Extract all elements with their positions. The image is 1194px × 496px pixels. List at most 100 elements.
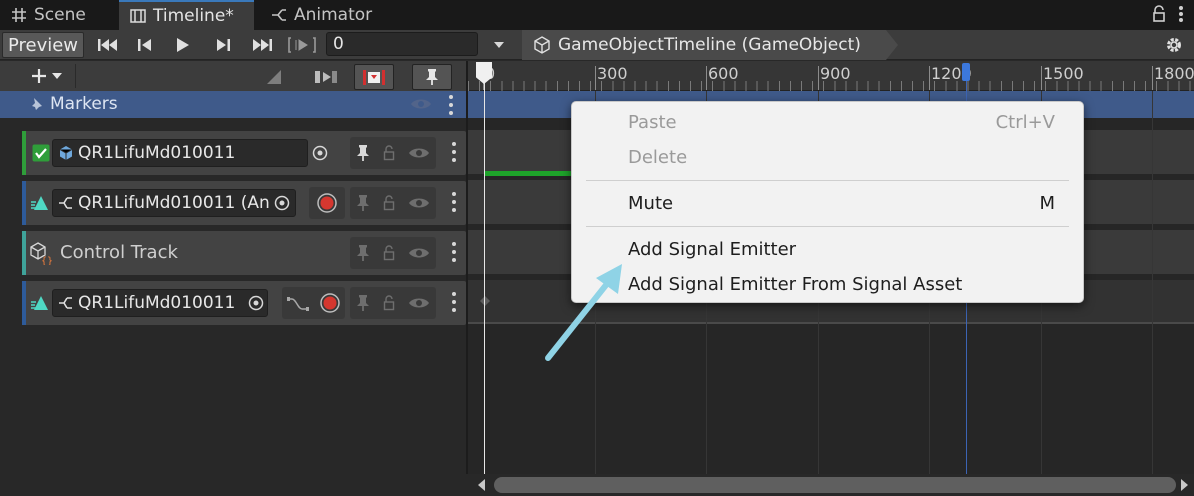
eye-icon[interactable]	[408, 296, 430, 310]
clip-edit-mode-button[interactable]	[354, 64, 394, 90]
grid-icon	[10, 6, 28, 24]
pin-icon[interactable]	[356, 194, 370, 212]
gameobject-icon	[58, 145, 74, 161]
menu-item-add-signal-emitter[interactable]: Add Signal Emitter	[628, 234, 1055, 264]
add-track-button[interactable]	[24, 64, 76, 88]
markers-toggle-button[interactable]	[412, 64, 452, 90]
eye-icon[interactable]	[408, 246, 430, 260]
record-icon[interactable]	[320, 293, 340, 313]
more-options-icon[interactable]	[452, 192, 456, 212]
track-header-activation[interactable]: QR1LifuMd010011	[22, 131, 466, 175]
playhead-line	[484, 72, 485, 474]
lock-icon[interactable]	[383, 195, 395, 211]
menu-item-shortcut: M	[1039, 192, 1055, 214]
ruler-major-tick	[595, 66, 596, 90]
object-picker-icon[interactable]	[312, 145, 328, 161]
pin-icon[interactable]	[356, 294, 370, 312]
curves-icon[interactable]	[287, 295, 310, 311]
timeline-selector-dropdown[interactable]	[484, 32, 514, 58]
chevron-down-icon	[493, 41, 505, 49]
menu-item-delete[interactable]: Delete	[628, 142, 1055, 172]
menu-item-label: Mute	[628, 192, 674, 214]
play-button[interactable]	[166, 32, 200, 58]
menu-item-add-signal-emitter-from-asset[interactable]: Add Signal Emitter From Signal Asset	[628, 269, 1055, 299]
breadcrumb[interactable]: GameObjectTimeline (GameObject)	[522, 30, 898, 60]
track-color-stripe	[22, 131, 26, 175]
next-frame-button[interactable]	[206, 32, 240, 58]
ruler-major-tick	[1041, 66, 1042, 90]
previous-frame-button[interactable]	[128, 32, 162, 58]
tab-scene[interactable]: Scene	[0, 0, 96, 30]
track-enabled-checkbox[interactable]	[32, 144, 50, 162]
menu-item-label: Add Signal Emitter From Signal Asset	[628, 273, 963, 295]
ruler-major-tick	[706, 66, 707, 90]
track-name: QR1LifuMd010011	[78, 143, 236, 163]
play-range-icon	[288, 36, 316, 54]
track-header-animation[interactable]: QR1LifuMd010011	[22, 281, 466, 325]
play-range-button[interactable]	[284, 32, 320, 58]
activation-clip[interactable]	[484, 171, 574, 176]
marker-diamond-icon[interactable]	[480, 296, 490, 306]
object-picker-icon[interactable]	[274, 195, 290, 211]
track-toggle-group	[350, 187, 436, 219]
scroll-left-arrow-icon[interactable]	[478, 479, 486, 491]
svg-text:{}: {}	[41, 256, 52, 265]
ripple-mode-button[interactable]	[306, 64, 346, 90]
lock-icon[interactable]	[383, 295, 395, 311]
gameobject-icon	[532, 35, 552, 55]
track-binding-field[interactable]: QR1LifuMd010011	[52, 139, 308, 167]
ruler-major-tick	[1152, 66, 1153, 90]
more-options-icon[interactable]	[452, 292, 456, 312]
scroll-right-arrow-icon[interactable]	[1180, 479, 1188, 491]
eye-icon[interactable]	[408, 196, 430, 210]
panel-splitter[interactable]	[466, 61, 468, 474]
go-to-end-button[interactable]	[244, 32, 280, 58]
more-options-icon[interactable]	[452, 142, 456, 162]
ruler-major-tick	[929, 66, 930, 90]
more-options-icon[interactable]	[449, 95, 453, 115]
eye-icon[interactable]	[408, 146, 430, 160]
timeline-end-handle[interactable]	[962, 63, 970, 81]
ripple-icon	[314, 69, 338, 85]
tab-bar: Scene Timeline* Animator	[0, 0, 1194, 30]
ease-clip-button[interactable]	[254, 64, 294, 90]
menu-item-paste[interactable]: Paste Ctrl+V	[628, 107, 1055, 137]
pin-icon[interactable]	[356, 244, 370, 262]
ruler-label: 300	[597, 64, 628, 83]
lock-icon[interactable]	[1152, 5, 1166, 23]
current-frame-field[interactable]: 0	[326, 32, 478, 56]
object-picker-icon[interactable]	[248, 295, 264, 311]
pin-icon[interactable]	[356, 144, 370, 162]
track-header-control[interactable]: {} Control Track	[22, 231, 466, 275]
lock-icon[interactable]	[383, 145, 395, 161]
menu-item-mute[interactable]: Mute M	[628, 188, 1055, 218]
menu-item-shortcut: Ctrl+V	[995, 111, 1055, 133]
tab-animator[interactable]: Animator	[260, 0, 382, 30]
horizontal-scrollbar-thumb[interactable]	[494, 477, 1176, 493]
pin-icon	[28, 96, 44, 112]
ease-icon	[265, 69, 283, 85]
more-options-icon[interactable]	[452, 242, 456, 262]
tab-timeline[interactable]: Timeline*	[119, 0, 254, 30]
go-to-start-button[interactable]	[90, 32, 126, 58]
tab-label: Animator	[294, 5, 373, 25]
markers-header: Markers	[28, 94, 118, 114]
menu-item-label: Delete	[628, 146, 688, 168]
lock-icon[interactable]	[383, 245, 395, 261]
track-binding-field[interactable]: QR1LifuMd010011	[52, 289, 268, 317]
timeline-settings-button[interactable]	[1160, 32, 1188, 58]
track-header-animation[interactable]: QR1LifuMd010011 (An	[22, 181, 466, 225]
animator-icon	[58, 195, 74, 211]
animator-icon	[58, 295, 74, 311]
chevron-down-icon	[52, 72, 62, 80]
menu-item-label: Paste	[628, 111, 677, 133]
menu-separator	[586, 180, 1069, 181]
more-options-icon[interactable]	[1178, 5, 1184, 23]
time-ruler[interactable]: 0 300 600 900 1200 1500 1800	[468, 61, 1194, 91]
eye-icon[interactable]	[410, 97, 432, 111]
menu-separator	[586, 226, 1069, 227]
record-button[interactable]	[309, 187, 345, 219]
track-binding-field[interactable]: QR1LifuMd010011 (An	[52, 189, 296, 217]
curves-record-group	[282, 287, 345, 319]
preview-button[interactable]: Preview	[2, 32, 84, 58]
